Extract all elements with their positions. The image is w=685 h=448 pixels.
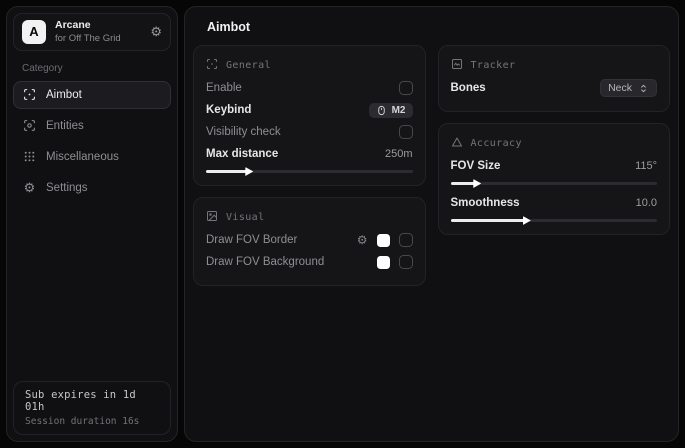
image-icon — [206, 210, 218, 225]
sidebar: A Arcane for Off The Grid ⚙ Category Aim… — [6, 6, 178, 442]
card-title: General — [226, 60, 271, 71]
keybind-label: Keybind — [206, 104, 251, 116]
fov-border-label: Draw FOV Border — [206, 234, 297, 246]
slider-thumb[interactable] — [245, 167, 253, 176]
general-card: General Enable Keybind M2 — [193, 45, 426, 186]
visual-card: Visual Draw FOV Border ⚙ Draw FOV Backgr… — [193, 197, 426, 286]
slider-thumb[interactable] — [523, 216, 531, 225]
fov-background-label: Draw FOV Background — [206, 256, 324, 268]
max-distance-slider[interactable] — [206, 170, 413, 173]
main-panel: Aimbot General Enable — [184, 6, 679, 442]
enable-label: Enable — [206, 82, 242, 94]
sidebar-item-label: Settings — [46, 182, 88, 194]
app-name: Arcane — [55, 19, 121, 33]
app-logo: A — [22, 20, 46, 44]
chevrons-up-down-icon — [638, 83, 649, 94]
sidebar-item-settings[interactable]: ⚙ Settings — [13, 174, 171, 202]
dots-grid-icon — [23, 150, 36, 163]
max-distance-value: 250m — [385, 148, 413, 160]
fov-border-gear-icon[interactable]: ⚙ — [357, 234, 368, 246]
gear-icon: ⚙ — [23, 181, 36, 194]
fov-size-row: FOV Size 115° — [451, 155, 658, 177]
fov-border-color-swatch[interactable] — [377, 234, 390, 247]
app-subtitle: for Off The Grid — [55, 33, 121, 45]
app-window: A Arcane for Off The Grid ⚙ Category Aim… — [0, 0, 685, 448]
page-title: Aimbot — [185, 7, 678, 45]
keybind-button[interactable]: M2 — [369, 103, 413, 118]
mouse-icon — [376, 105, 387, 116]
fov-size-value: 115° — [635, 160, 657, 172]
sidebar-item-label: Miscellaneous — [46, 151, 119, 163]
fov-background-row: Draw FOV Background — [206, 251, 413, 273]
keybind-row: Keybind M2 — [206, 99, 413, 121]
fov-size-slider[interactable] — [451, 182, 658, 185]
sidebar-nav: Aimbot Entities — [7, 81, 177, 202]
fov-background-color-swatch[interactable] — [377, 256, 390, 269]
sidebar-item-label: Entities — [46, 120, 84, 132]
visibility-check-label: Visibility check — [206, 126, 281, 138]
visibility-checkbox[interactable] — [399, 125, 413, 139]
card-title: Tracker — [471, 60, 516, 71]
smoothness-label: Smoothness — [451, 197, 520, 209]
visibility-check-row: Visibility check — [206, 121, 413, 143]
enable-checkbox[interactable] — [399, 81, 413, 95]
sidebar-item-miscellaneous[interactable]: Miscellaneous — [13, 143, 171, 171]
category-label: Category — [22, 63, 177, 74]
max-distance-label: Max distance — [206, 148, 278, 160]
smoothness-value: 10.0 — [636, 197, 657, 209]
card-title: Accuracy — [471, 138, 522, 149]
card-title: Visual — [226, 212, 265, 223]
bones-row: Bones Neck — [451, 77, 658, 99]
app-header: A Arcane for Off The Grid ⚙ — [13, 13, 171, 51]
bones-select[interactable]: Neck — [600, 79, 657, 97]
tracker-card: Tracker Bones Neck — [438, 45, 671, 112]
bones-label: Bones — [451, 82, 486, 94]
scan-eye-icon — [23, 119, 36, 132]
crosshair-icon — [206, 58, 218, 73]
max-distance-row: Max distance 250m — [206, 143, 413, 165]
smoothness-row: Smoothness 10.0 — [451, 192, 658, 214]
subscription-info: Sub expires in 1d 01h Session duration 1… — [13, 381, 171, 435]
fov-size-label: FOV Size — [451, 160, 501, 172]
accuracy-card: Accuracy FOV Size 115° Smoothness — [438, 123, 671, 235]
triangle-icon — [451, 136, 463, 151]
activity-icon — [451, 58, 463, 73]
settings-gear-icon[interactable]: ⚙ — [150, 25, 162, 38]
enable-row: Enable — [206, 77, 413, 99]
sidebar-item-label: Aimbot — [46, 89, 82, 101]
fov-border-row: Draw FOV Border ⚙ — [206, 229, 413, 251]
sidebar-item-entities[interactable]: Entities — [13, 112, 171, 140]
sub-expiry-text: Sub expires in 1d 01h — [25, 389, 159, 413]
fov-background-checkbox[interactable] — [399, 255, 413, 269]
session-duration-text: Session duration 16s — [25, 416, 159, 427]
smoothness-slider[interactable] — [451, 219, 658, 222]
fov-border-checkbox[interactable] — [399, 233, 413, 247]
slider-thumb[interactable] — [473, 179, 481, 188]
sidebar-item-aimbot[interactable]: Aimbot — [13, 81, 171, 109]
crosshair-icon — [23, 88, 36, 101]
